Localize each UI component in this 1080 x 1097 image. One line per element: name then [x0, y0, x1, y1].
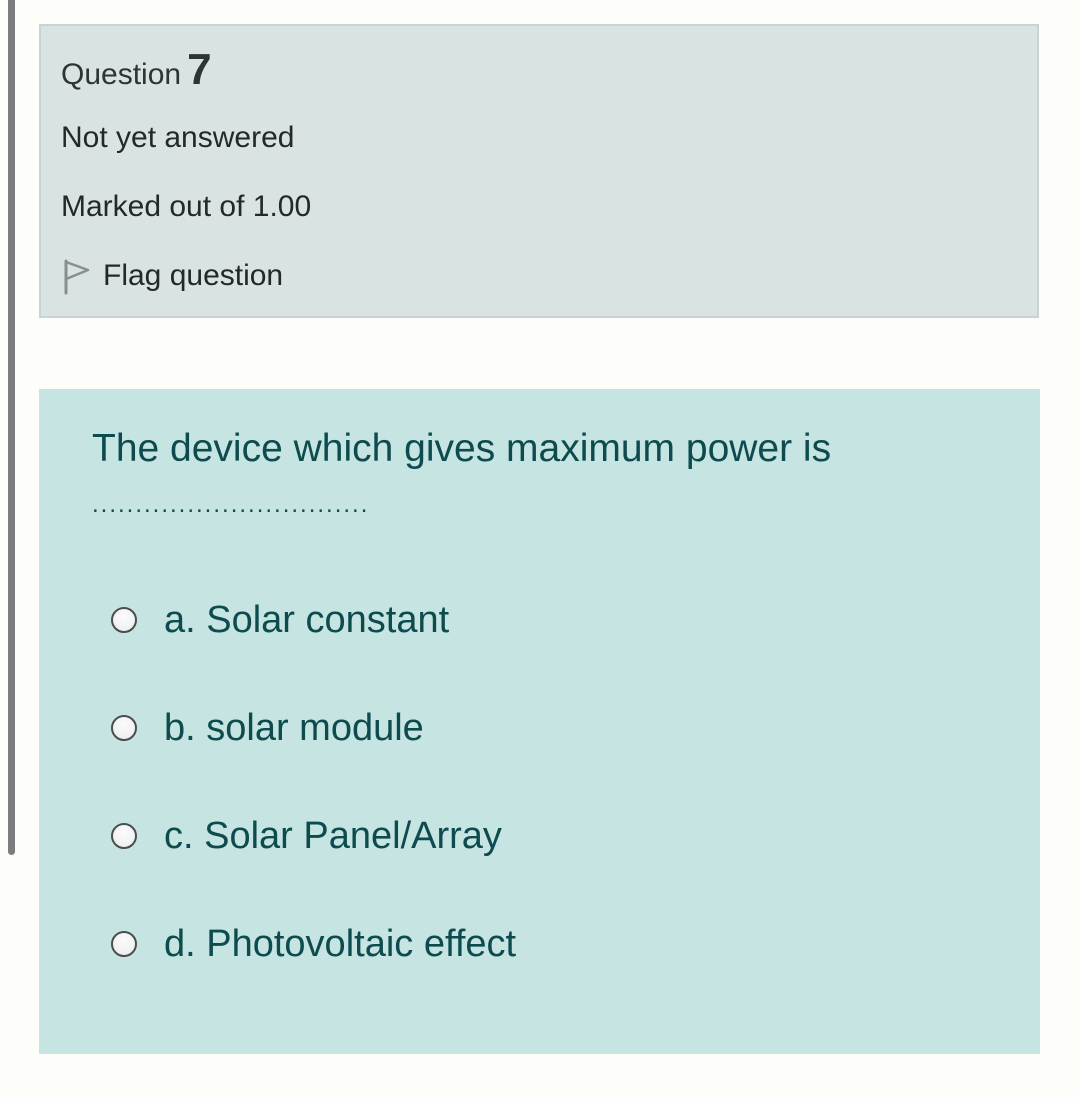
scroll-indicator[interactable]	[8, 0, 15, 855]
question-heading: Question 7	[61, 48, 212, 92]
answer-label: a. Solar constant	[164, 598, 450, 641]
flag-outline-icon	[61, 257, 91, 295]
answer-option-c[interactable]: c. Solar Panel/Array	[111, 811, 502, 861]
radio-button[interactable]	[111, 931, 137, 957]
flag-question-label: Flag question	[103, 259, 284, 292]
answer-option-a[interactable]: a. Solar constant	[111, 595, 449, 645]
radio-button[interactable]	[111, 607, 137, 633]
answer-option-d[interactable]: d. Photovoltaic effect	[111, 919, 516, 969]
answer-label: d. Photovoltaic effect	[164, 922, 517, 965]
question-marks: Marked out of 1.00	[61, 190, 312, 223]
answer-label: b. solar module	[164, 706, 424, 749]
answer-blank: ................................	[92, 491, 370, 518]
question-text: The device which gives maximum power is	[92, 427, 832, 470]
radio-button[interactable]	[111, 823, 137, 849]
answer-option-b[interactable]: b. solar module	[111, 703, 424, 753]
question-content-panel: The device which gives maximum power is …	[39, 389, 1040, 1054]
flag-question-button[interactable]: Flag question	[61, 256, 283, 296]
question-number: 7	[187, 45, 212, 94]
question-info-panel: Question 7 Not yet answered Marked out of…	[39, 24, 1039, 318]
question-label: Question	[61, 58, 182, 91]
answer-label: c. Solar Panel/Array	[164, 814, 502, 857]
radio-button[interactable]	[111, 715, 137, 741]
question-status: Not yet answered	[61, 121, 295, 154]
